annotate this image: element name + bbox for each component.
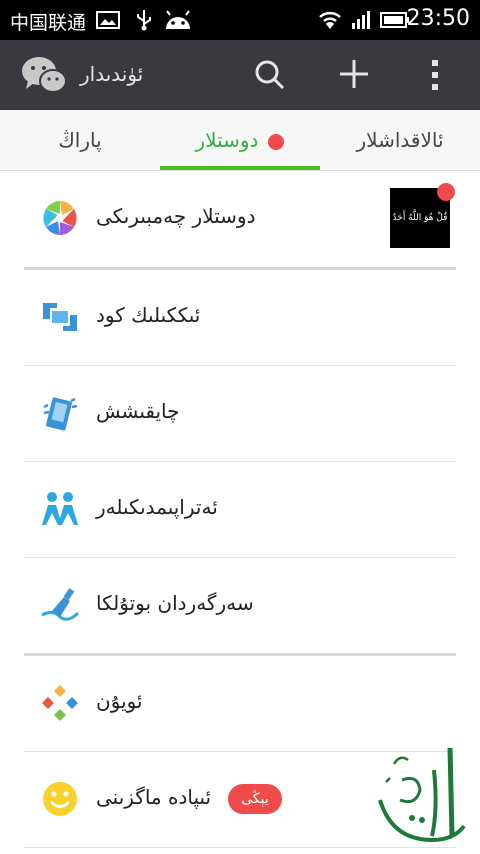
list-item-games[interactable]: ئويۇن (0, 656, 480, 751)
games-icon (40, 683, 80, 723)
list-item-drift-bottle[interactable]: سەرگەردان بوتۇلكا (0, 558, 480, 653)
wifi-icon (318, 9, 342, 35)
tab-chats[interactable]: پاراڭ (0, 110, 160, 170)
list-item-label: ئەتراپىمدىكىلەر (96, 495, 218, 519)
shake-phone-icon (40, 393, 80, 433)
active-tab-indicator (160, 166, 320, 170)
tab-chats-label: پاراڭ (58, 128, 102, 152)
drift-bottle-icon (40, 585, 80, 625)
tab-notification-dot (268, 133, 285, 150)
list-item-shake[interactable]: چايقىشش (0, 366, 480, 461)
list-item-label: سەرگەردان بوتۇلكا (96, 591, 254, 615)
smiley-icon (40, 779, 80, 819)
list-item-nearby[interactable]: ئەتراپىمدىكىلەر (0, 462, 480, 557)
clock: 23:50 (406, 6, 470, 31)
picture-icon (96, 9, 120, 35)
add-icon[interactable] (338, 58, 370, 94)
signal-icon (350, 9, 372, 35)
tab-contacts[interactable]: ئالاقداشلار (320, 110, 480, 170)
tab-discover[interactable]: دوستلار (160, 110, 320, 170)
app-bar: ئۈندىدار (0, 40, 480, 110)
usb-icon (134, 9, 154, 35)
list-item-label: ئىككىلىك كود (96, 303, 201, 327)
list-item-label: چايقىشش (96, 399, 180, 423)
wechat-logo-icon (20, 53, 68, 101)
search-icon[interactable] (254, 59, 286, 95)
android-debug-icon (163, 9, 193, 35)
moments-new-dot (437, 183, 455, 201)
tab-discover-label: دوستلار (195, 128, 259, 152)
people-nearby-icon (40, 489, 80, 529)
app-title: ئۈندىدار (80, 62, 144, 86)
scan-icon (40, 297, 80, 337)
tab-contacts-label: ئالاقداشلار (356, 128, 444, 152)
list-item-label: دوستلار چەمبىرىكى (96, 204, 256, 228)
list-item-label: ئىپادە ماگزىنى (96, 785, 212, 809)
new-badge: يېڭى (228, 784, 282, 814)
tab-bar: پاراڭ دوستلار ئالاقداشلار (0, 110, 480, 171)
thumbnail-caption: قُلْ هُوَ اللَّهُ أَحَدٌ (392, 213, 448, 223)
moments-icon (40, 198, 80, 238)
battery-icon (380, 9, 410, 35)
status-bar: 中国联通 23:50 (0, 0, 480, 40)
more-options-icon[interactable] (428, 58, 442, 96)
carrier-label: 中国联通 (10, 12, 87, 34)
list-item-scan[interactable]: ئىككىلىك كود (0, 270, 480, 365)
list-item-label: ئويۇن (96, 689, 143, 713)
calligraphy-watermark-logo (372, 740, 472, 850)
list-item-moments[interactable]: دوستلار چەمبىرىكى قُلْ هُوَ اللَّهُ أَحَ… (0, 171, 480, 267)
